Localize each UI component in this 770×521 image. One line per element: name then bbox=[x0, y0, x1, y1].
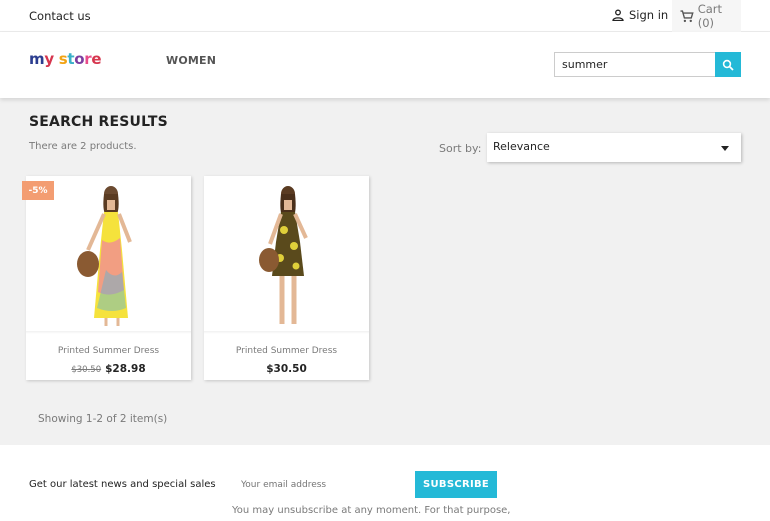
store-logo[interactable]: my store bbox=[29, 50, 102, 68]
cart-icon bbox=[680, 9, 694, 22]
unsubscribe-note: You may unsubscribe at any moment. For t… bbox=[232, 505, 511, 516]
search-results-section: SEARCH RESULTS There are 2 products. Sor… bbox=[0, 98, 770, 445]
page-title: SEARCH RESULTS bbox=[29, 114, 168, 130]
pagination-summary: Showing 1-2 of 2 item(s) bbox=[38, 413, 168, 425]
search-form bbox=[554, 52, 741, 77]
product-count: There are 2 products. bbox=[29, 141, 137, 152]
subscribe-button[interactable]: SUBSCRIBE bbox=[415, 471, 497, 498]
product-price: $30.50 bbox=[266, 363, 307, 375]
product-price: $28.98 bbox=[105, 363, 146, 375]
sign-in-link[interactable]: Sign in bbox=[612, 8, 668, 22]
product-card[interactable]: Printed Summer Dress $30.50 $28.98 bbox=[26, 176, 191, 380]
search-button[interactable] bbox=[715, 52, 741, 77]
sort-selected-value: Relevance bbox=[493, 140, 550, 153]
product-name[interactable]: Printed Summer Dress bbox=[204, 346, 369, 356]
search-icon bbox=[722, 59, 734, 71]
cart-label: Cart (0) bbox=[697, 2, 723, 30]
newsletter-section: Get our latest news and special sales SU… bbox=[0, 445, 770, 521]
search-input[interactable] bbox=[555, 53, 716, 76]
email-input[interactable] bbox=[232, 471, 408, 498]
sign-in-label: Sign in bbox=[629, 8, 669, 22]
contact-us-link[interactable]: Contact us bbox=[29, 9, 91, 23]
discount-badge: -5% bbox=[22, 181, 54, 200]
site-header: my store WOMEN bbox=[0, 32, 770, 98]
cart-button[interactable]: Cart (0) bbox=[672, 0, 741, 32]
product-image[interactable] bbox=[204, 176, 369, 333]
user-icon bbox=[612, 9, 624, 21]
product-card[interactable]: Printed Summer Dress $30.50 bbox=[204, 176, 369, 380]
nav-item-women[interactable]: WOMEN bbox=[166, 54, 216, 67]
dress-model-image bbox=[76, 185, 132, 326]
product-price-block: $30.50 $28.98 bbox=[26, 363, 191, 375]
caret-down-icon bbox=[721, 146, 729, 151]
dress-model-image bbox=[258, 185, 308, 324]
regular-price: $30.50 bbox=[71, 365, 102, 375]
product-name[interactable]: Printed Summer Dress bbox=[26, 346, 191, 356]
product-price-block: $30.50 bbox=[204, 363, 369, 375]
top-bar: Contact us Sign in Cart (0) bbox=[0, 0, 770, 32]
sort-by-label: Sort by: bbox=[439, 142, 482, 155]
newsletter-text: Get our latest news and special sales bbox=[29, 479, 216, 490]
sort-select[interactable]: Relevance bbox=[487, 133, 741, 162]
